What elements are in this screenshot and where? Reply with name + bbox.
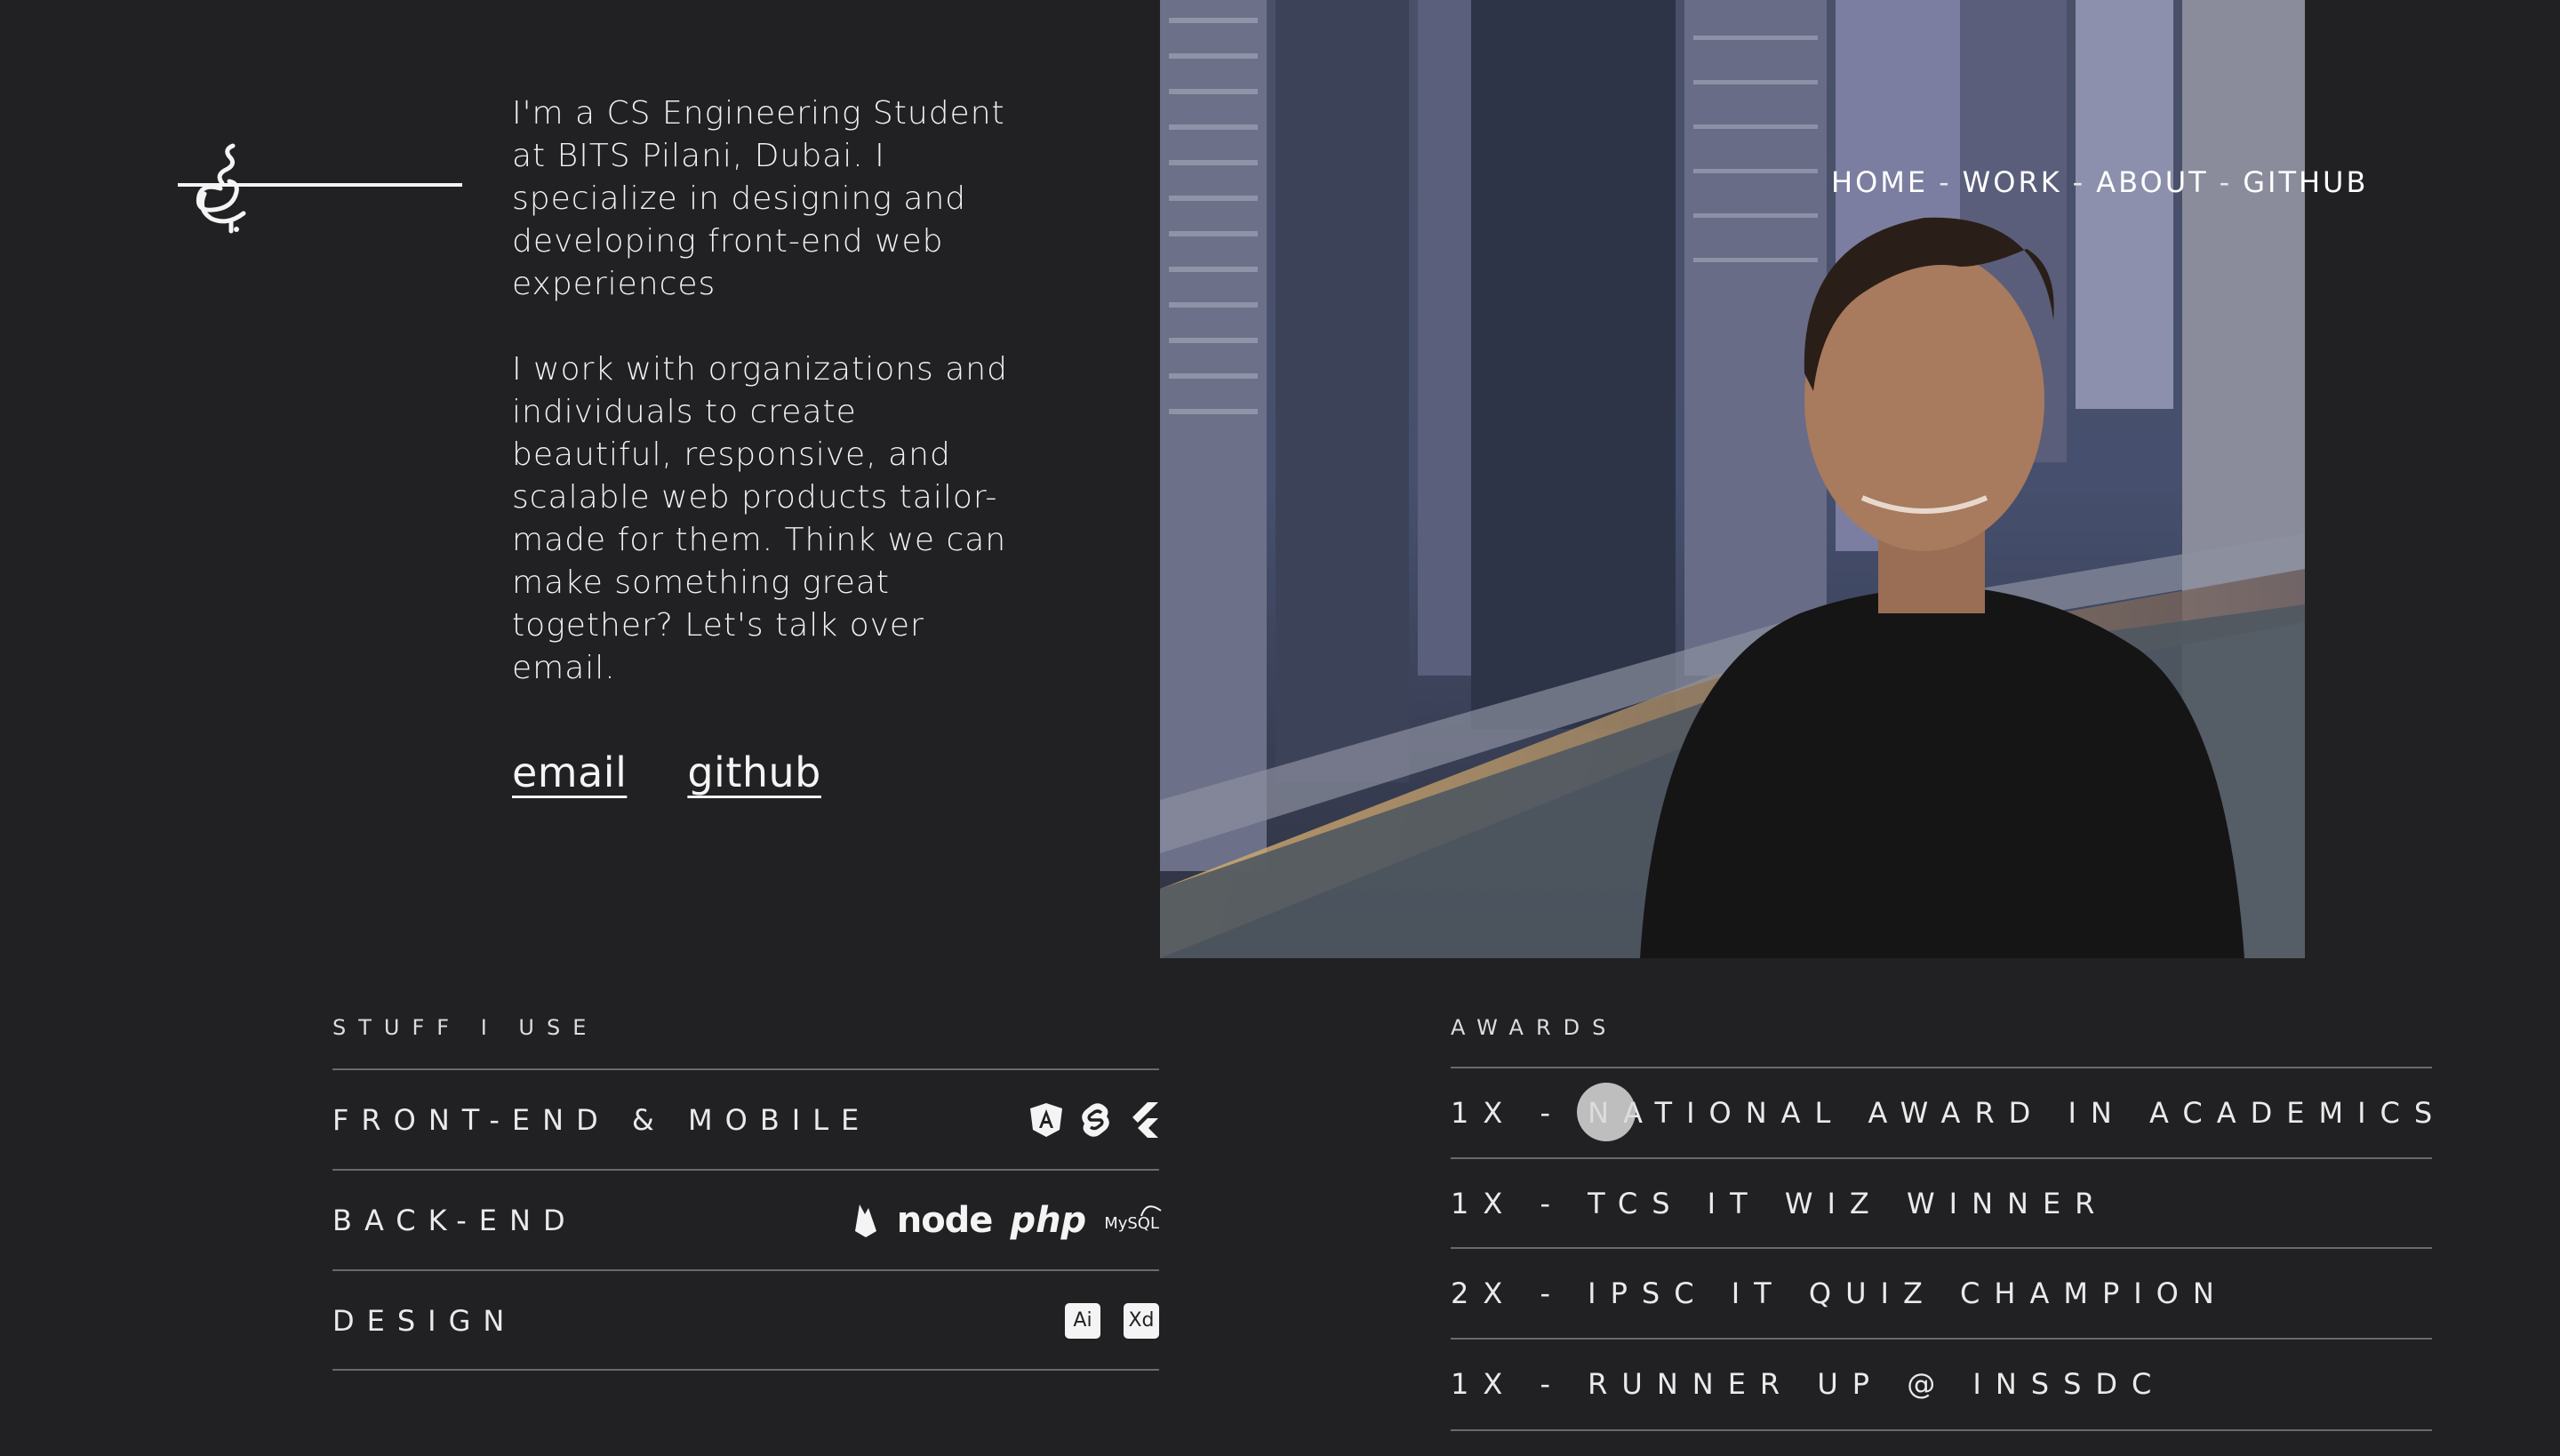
stuff-icons: node php MySQL (852, 1199, 1162, 1241)
divider (1451, 1429, 2432, 1431)
angular-icon (1029, 1102, 1063, 1138)
svelte-icon (1081, 1102, 1111, 1138)
github-link[interactable]: github (687, 748, 821, 796)
award-label: 1X - RUNNER UP @ INSSDC (1451, 1366, 2166, 1401)
stuff-icons (1029, 1101, 1159, 1138)
adobe-xd-icon: Xd (1124, 1302, 1159, 1339)
stuff-section-title: STUFF I USE (332, 1015, 599, 1040)
contact-links: email github (512, 748, 1010, 796)
custom-cursor (1577, 1083, 1636, 1141)
top-nav: HOME - WORK - ABOUT - GITHUB (1831, 165, 2368, 199)
nav-github[interactable]: GITHUB (2243, 165, 2368, 199)
php-icon: php (1010, 1199, 1087, 1241)
mysql-icon: MySQL (1104, 1205, 1162, 1233)
nav-separator: - (2219, 165, 2233, 199)
award-item: 1X - TCS IT WIZ WINNER (1451, 1157, 2432, 1247)
intro-paragraph-2: I work with organizations and individual… (512, 351, 1008, 686)
award-label: 1X - TCS IT WIZ WINNER (1451, 1186, 2109, 1220)
nav-work[interactable]: WORK (1963, 165, 2062, 199)
firebase-icon (852, 1203, 879, 1238)
stuff-row-design: DESIGN Ai Xd (332, 1269, 1159, 1370)
nav-separator: - (2072, 165, 2086, 199)
award-item: 1X - RUNNER UP @ INSSDC (1451, 1338, 2432, 1428)
intro-paragraph-1: I'm a CS Engineering Student at BITS Pil… (512, 95, 1005, 302)
nav-separator: - (1939, 165, 1952, 199)
award-item: 2X - IPSC IT QUIZ CHAMPION (1451, 1247, 2432, 1337)
xd-text: Xd (1128, 1309, 1155, 1332)
stuff-icons: Ai Xd (1065, 1302, 1159, 1339)
awards-section-title: AWARDS (1451, 1015, 1619, 1040)
stuff-row-label: FRONT-END & MOBILE (332, 1102, 872, 1137)
nodejs-icon: node (896, 1199, 994, 1241)
divider (332, 1369, 1159, 1371)
nav-home[interactable]: HOME (1831, 165, 1928, 199)
portfolio-page: I'm a CS Engineering Student at BITS Pil… (0, 0, 2560, 1456)
flutter-icon (1129, 1101, 1159, 1138)
adobe-illustrator-icon: Ai (1065, 1302, 1100, 1339)
stuff-row-backend: BACK-END node php MySQL (332, 1169, 1162, 1269)
stuff-row-label: DESIGN (332, 1303, 517, 1338)
email-link[interactable]: email (512, 748, 627, 796)
award-label: 2X - IPSC IT QUIZ CHAMPION (1451, 1276, 2228, 1310)
ai-text: Ai (1073, 1309, 1092, 1332)
signature-logo-icon[interactable] (178, 139, 462, 236)
hero-photo (1160, 0, 2305, 958)
nav-about[interactable]: ABOUT (2096, 165, 2208, 199)
stuff-row-label: BACK-END (332, 1203, 578, 1237)
stuff-row-frontend: FRONT-END & MOBILE (332, 1068, 1159, 1169)
intro-section: I'm a CS Engineering Student at BITS Pil… (512, 92, 1010, 796)
